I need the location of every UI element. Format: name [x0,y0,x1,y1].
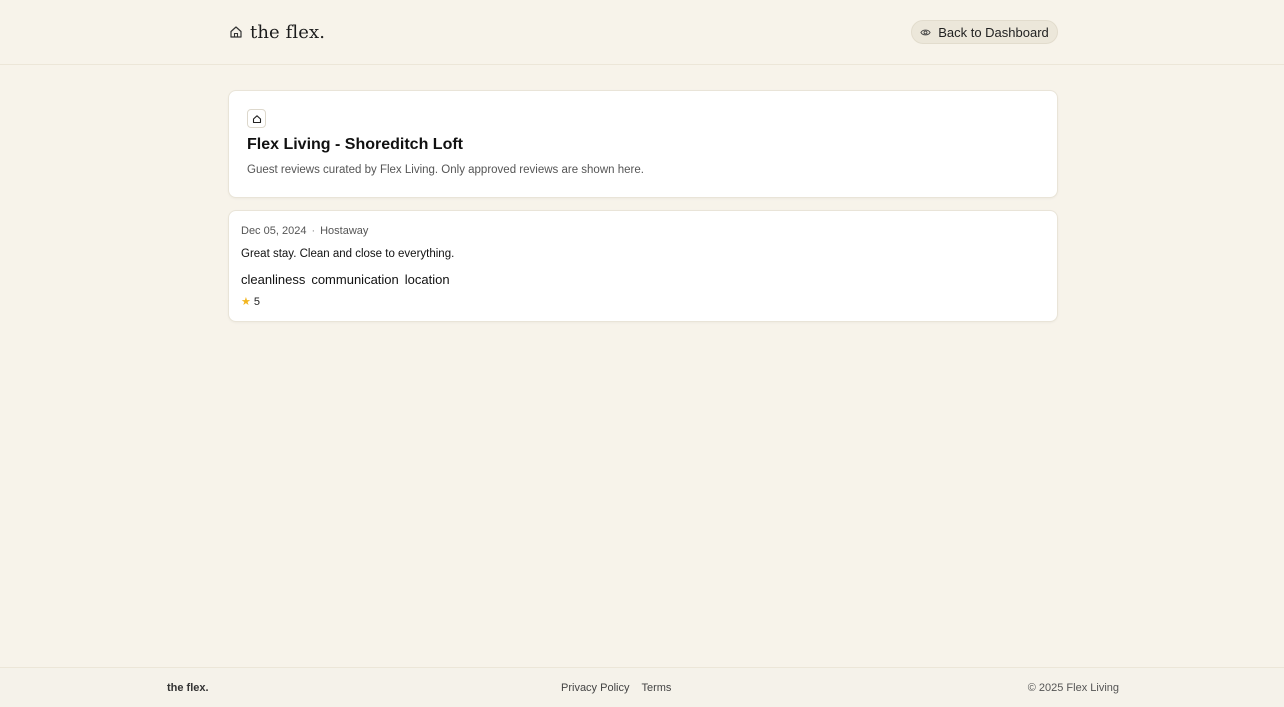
footer-links: Privacy Policy Terms [561,682,671,694]
back-button-label: Back to Dashboard [938,24,1049,40]
review-source: Hostaway [320,225,369,237]
review-rating: ★ 5 [241,296,260,308]
home-outline-icon [229,25,243,39]
privacy-policy-link[interactable]: Privacy Policy [561,682,629,694]
star-icon: ★ [241,295,251,308]
page-footer: the flex. Privacy Policy Terms © 2025 Fl… [0,667,1284,707]
meta-separator: · [311,225,316,237]
review-date: Dec 05, 2024 [241,225,307,237]
top-header: the flex. Back to Dashboard [0,0,1284,65]
property-card: Flex Living - Shoreditch Loft Guest revi… [228,90,1058,198]
tag-location: location [404,272,450,287]
review-card: Dec 05, 2024 · Hostaway Great stay. Clean … [228,210,1058,322]
property-title: Flex Living - Shoreditch Loft [247,136,463,153]
terms-link[interactable]: Terms [641,682,671,694]
back-to-dashboard-button[interactable]: Back to Dashboard [911,20,1058,44]
brand-name: the flex. [250,21,326,43]
brand-logo[interactable]: the flex. [229,20,325,44]
review-meta: Dec 05, 2024 · Hostaway [241,225,368,237]
rating-value: 5 [253,296,260,308]
review-tags: cleanliness communication location [241,272,450,287]
tag-communication: communication [311,272,399,287]
tag-cleanliness: cleanliness [241,272,306,287]
review-text: Great stay. Clean and close to everythin… [241,248,455,260]
eye-icon [920,27,931,38]
property-subtitle: Guest reviews curated by Flex Living. On… [247,164,644,176]
footer-brand: the flex. [167,682,209,694]
footer-copyright: © 2025 Flex Living [1027,682,1119,694]
home-icon [247,109,266,128]
